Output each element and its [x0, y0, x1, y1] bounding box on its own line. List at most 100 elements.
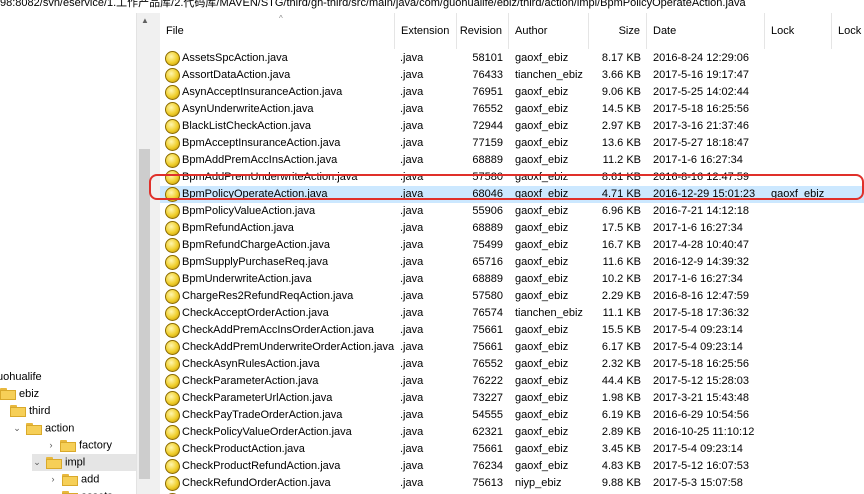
file-rev-cell: 57580 — [472, 290, 503, 302]
file-rev-cell: 76433 — [472, 69, 503, 81]
tree-node-label: action — [45, 422, 75, 435]
file-name-cell: BpmRefundChargeAction.java — [182, 239, 330, 251]
tree-node-third[interactable]: third — [10, 403, 50, 420]
chevron-right-icon[interactable]: › — [48, 471, 58, 488]
file-name-cell: CheckAddPremAccInsOrderAction.java — [182, 324, 374, 336]
chevron-right-icon[interactable]: › — [46, 437, 56, 454]
file-row[interactable]: BpmAcceptInsuranceAction.java .java 77159 g… — [160, 135, 864, 152]
file-name-cell: CheckPayTradeOrderAction.java — [182, 409, 343, 421]
file-row[interactable]: AssetsSpcAction.java .java 58101 gaoxf_ebiz… — [160, 50, 864, 67]
file-row[interactable]: CheckRefundOrderAction.java .java 75613 niy… — [160, 475, 864, 492]
file-row[interactable]: CheckParameterAction.java .java 76222 gaoxf… — [160, 373, 864, 390]
file-row[interactable]: BpmUnderwriteAction.java .java 68889 gaoxf_… — [160, 271, 864, 288]
column-header-ext[interactable]: Extension — [395, 13, 457, 49]
tree-node-ebiz[interactable]: ebiz — [0, 386, 39, 403]
tree-node-action[interactable]: ⌄ action — [12, 420, 74, 437]
file-row[interactable]: BlackListCheckAction.java .java 72944 gaoxf… — [160, 118, 864, 135]
chevron-down-icon[interactable]: ⌄ — [12, 420, 22, 437]
file-ext-cell: .java — [400, 120, 424, 132]
file-row[interactable]: CheckProductAction.java .java 75661 gaoxf_e… — [160, 441, 864, 458]
scroll-up-arrow-icon[interactable]: ▲ — [137, 13, 152, 29]
file-lock-cell — [771, 339, 832, 356]
file-date-cell: 2017-5-12 16:07:53 — [653, 460, 750, 472]
svn-file-icon — [165, 289, 180, 304]
file-lock-cell — [771, 237, 832, 254]
file-date-cell: 2017-5-16 19:17:47 — [653, 69, 750, 81]
file-row[interactable]: CheckAsynRulesAction.java .java 76552 gaoxf… — [160, 356, 864, 373]
file-row[interactable]: AsynAcceptInsuranceAction.java .java 76951… — [160, 84, 864, 101]
file-name-cell: BpmAcceptInsuranceAction.java — [182, 137, 341, 149]
folder-icon — [26, 422, 42, 435]
file-list: ^ File Extension Revision Author Size Date Loc… — [160, 13, 864, 494]
column-header-rev[interactable]: Revision — [457, 13, 509, 49]
file-row[interactable]: BpmRefundChargeAction.java .java 75499 gaox… — [160, 237, 864, 254]
file-rev-cell: 75661 — [472, 443, 503, 455]
file-row[interactable]: CheckAcceptOrderAction.java .java 76574 tia… — [160, 305, 864, 322]
column-header-lockc[interactable]: Lock c — [832, 13, 864, 49]
file-row[interactable]: CheckPayTradeOrderAction.java .java 54555 g… — [160, 407, 864, 424]
file-ext-cell: .java — [400, 222, 424, 234]
file-author-cell: gaoxf_ebiz — [515, 120, 569, 132]
file-lock-cell — [771, 254, 832, 271]
file-ext-cell: .java — [400, 171, 424, 183]
tree-scroll-thumb[interactable] — [139, 149, 150, 479]
pane-splitter[interactable] — [152, 13, 160, 494]
file-row[interactable]: AssortDataAction.java .java 76433 tianchen_… — [160, 67, 864, 84]
chevron-right-icon[interactable]: › — [48, 488, 58, 494]
file-rev-cell: 76951 — [472, 86, 503, 98]
file-size-cell: 2.97 KB — [601, 120, 641, 132]
file-row[interactable]: CheckAddPremAccInsOrderAction.java .java 7… — [160, 322, 864, 339]
file-size-cell: 13.6 KB — [601, 137, 641, 149]
file-size-cell: 2.89 KB — [601, 426, 641, 438]
file-date-cell: 2017-5-18 16:25:56 — [653, 103, 750, 115]
file-rev-cell: 68889 — [472, 222, 503, 234]
file-row[interactable]: BpmPolicyValueAction.java .java 55906 gaoxf… — [160, 203, 864, 220]
file-date-cell: 2017-5-27 18:18:47 — [653, 137, 750, 149]
tree-node-factory[interactable]: › factory — [46, 437, 112, 454]
file-lock-cell — [771, 441, 832, 458]
file-name-cell: BpmPolicyOperateAction.java — [182, 188, 328, 200]
folder-icon — [60, 439, 76, 452]
column-header-date[interactable]: Date — [647, 13, 765, 49]
file-row[interactable]: BpmAddPremUnderwriteAction.java .java 5758… — [160, 169, 864, 186]
svn-file-icon — [165, 272, 180, 287]
file-name-cell: BpmPolicyValueAction.java — [182, 205, 316, 217]
folder-icon — [62, 473, 78, 486]
file-row[interactable]: BpmAddPremAccInsAction.java .java 68889 gao… — [160, 152, 864, 169]
file-row[interactable]: BpmSupplyPurchaseReq.java .java 65716 gaoxf… — [160, 254, 864, 271]
file-row[interactable]: ChargeRes2RefundReqAction.java .java 57580… — [160, 288, 864, 305]
file-row[interactable]: BpmPolicyOperateAction.java .java 68046 gao… — [160, 186, 864, 203]
chevron-down-icon[interactable]: ⌄ — [32, 454, 42, 471]
file-row[interactable]: CheckAddPremUnderwriteOrderAction.java .j… — [160, 339, 864, 356]
file-row[interactable]: CheckParameterUrlAction.java .java 73227 ga… — [160, 390, 864, 407]
file-ext-cell: .java — [400, 477, 424, 489]
file-rev-cell: 55906 — [472, 205, 503, 217]
svn-file-icon — [165, 306, 180, 321]
file-row[interactable]: AsynUnderwriteAction.java .java 76552 gaoxf… — [160, 101, 864, 118]
column-header-lock[interactable]: Lock — [765, 13, 832, 49]
file-row[interactable]: CheckPolicyValueOrderAction.java .java 623… — [160, 424, 864, 441]
tree-node-uohualife[interactable]: uohualife — [0, 369, 42, 386]
file-lock-cell — [771, 322, 832, 339]
folder-icon — [62, 490, 78, 494]
tree-node-add[interactable]: › add — [48, 471, 99, 488]
file-size-cell: 6.96 KB — [601, 205, 641, 217]
svn-file-icon — [165, 391, 180, 406]
url-path-bar[interactable]: 98:8082/svn/eservice/1.工作产品库/2.代码库/MAVEN… — [0, 0, 864, 13]
file-lock-cell — [771, 84, 832, 101]
file-author-cell: gaoxf_ebiz — [515, 273, 569, 285]
file-row[interactable]: CheckProductRefundAction.java .java 76234 g… — [160, 458, 864, 475]
file-size-cell: 8.17 KB — [601, 52, 641, 64]
file-rev-cell: 65716 — [472, 256, 503, 268]
tree-scrollbar[interactable]: ▲ — [136, 13, 152, 494]
file-ext-cell: .java — [400, 341, 424, 353]
file-author-cell: niyp_ebiz — [515, 477, 562, 489]
column-header-file[interactable]: File — [160, 13, 395, 49]
column-header-size[interactable]: Size — [589, 13, 647, 49]
column-header-author[interactable]: Author — [509, 13, 589, 49]
file-lock-cell: gaoxf_ebiz — [771, 188, 825, 200]
tree-node-impl[interactable]: ⌄ impl — [32, 454, 136, 471]
file-size-cell: 1.98 KB — [601, 392, 641, 404]
file-row[interactable]: BpmRefundAction.java .java 68889 gaoxf_ebiz… — [160, 220, 864, 237]
tree-node-assets[interactable]: › assets — [48, 488, 113, 494]
